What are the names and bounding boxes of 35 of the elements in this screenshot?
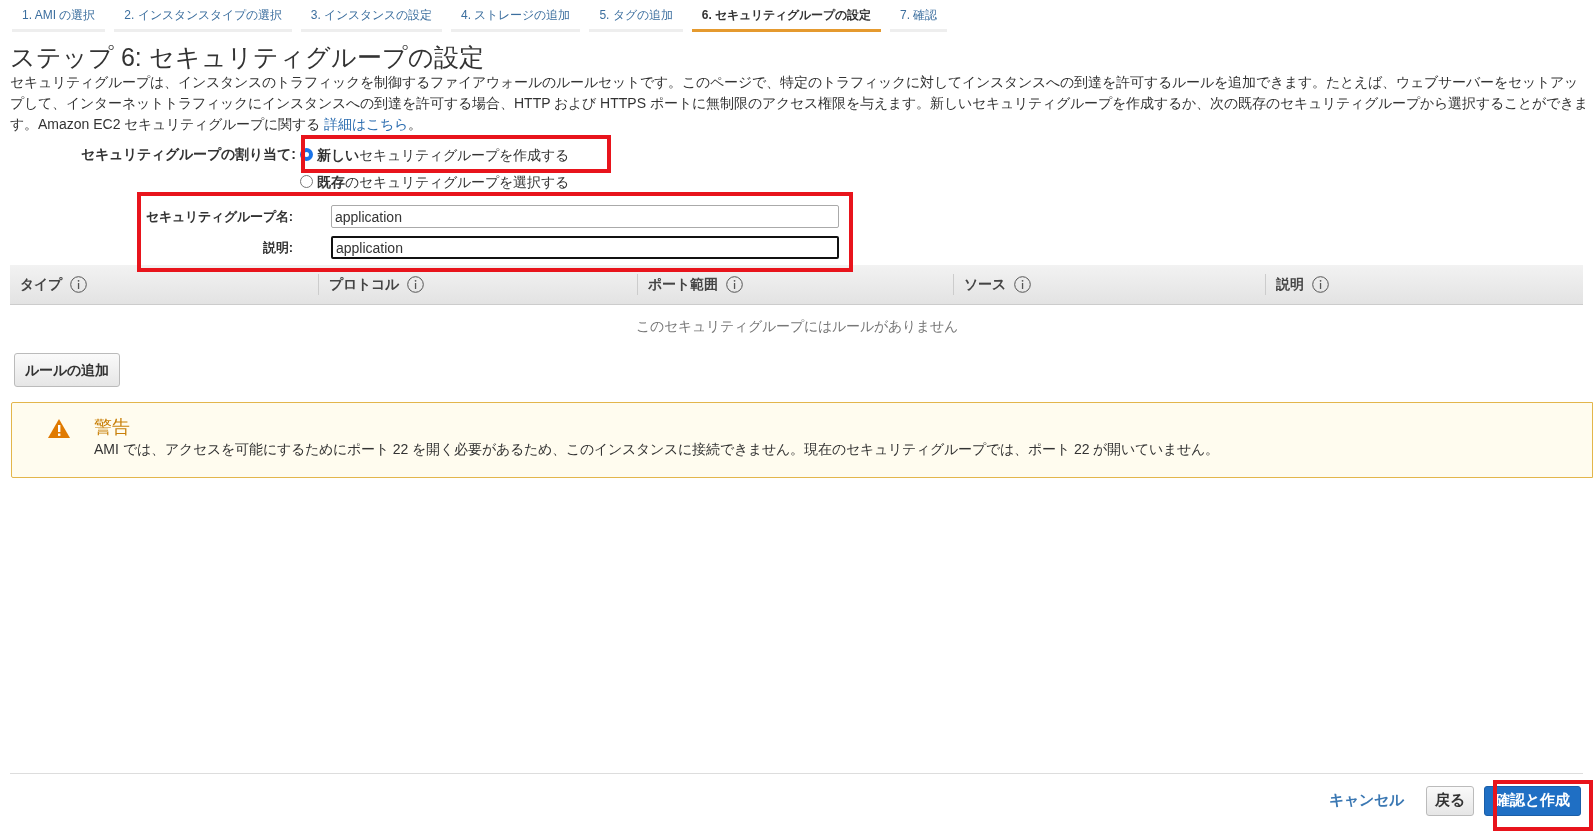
field-label: セキュリティグループの割り当て: xyxy=(80,145,297,164)
column-header: ポート範囲 xyxy=(648,275,718,294)
column-header: ソース xyxy=(964,275,1006,294)
radio-button[interactable] xyxy=(300,175,313,188)
info-icon[interactable] xyxy=(1014,276,1031,293)
step-tab[interactable]: 6. セキュリティグループの設定 xyxy=(691,0,882,32)
radio-label[interactable]: 既存のセキュリティグループを選択する xyxy=(317,173,569,190)
page-heading: ステップ 6: セキュリティグループの設定 xyxy=(9,42,485,72)
step-tab[interactable]: 2. インスタンスタイプの選択 xyxy=(114,0,292,32)
field-label: 説明: xyxy=(261,238,294,257)
column-header: タイプ xyxy=(20,275,62,294)
back-button[interactable]: 戻る xyxy=(1426,785,1474,816)
intro-paragraph: セキュリティグループは、インスタンスのトラフィックを制御するファイアウォールのルールセットです。このページで、特定のトラフィックに対してインスタンスへの到達を許可するルールを追加できます。たとえば、ウェブサーバーをセットアップして、インターネットトラフィックにインスタンスへの到達を許可する場合、HTTP および HTTPS ポートに無制限のアクセス権限を与えます。新しいセキュリティグループを作成するか、次の既存のセキュリティグループから選択することができます。Amazon EC2 セキュリティグループに関する 詳細はこちら。 xyxy=(9,73,1589,134)
column-header: 説明 xyxy=(1276,275,1304,294)
text-input[interactable]: application xyxy=(331,205,839,228)
field-label: セキュリティグループ名: xyxy=(144,207,294,226)
step-tab[interactable]: 7. 確認 xyxy=(890,0,948,32)
info-icon[interactable] xyxy=(70,276,87,293)
step-tab[interactable]: 3. インスタンスの設定 xyxy=(300,0,443,32)
add-rule-button[interactable]: ルールの追加 xyxy=(14,353,120,387)
cancel-link[interactable]: キャンセル xyxy=(1329,789,1404,812)
text-input[interactable]: application xyxy=(331,236,839,259)
step-tab[interactable]: 4. ストレージの追加 xyxy=(451,0,581,32)
info-icon[interactable] xyxy=(1312,276,1329,293)
empty-message: このセキュリティグループにはルールがありません xyxy=(634,317,959,336)
warning-message: AMI では、アクセスを可能にするためにポート 22 を開く必要があるため、このインスタンスに接続できません。現在のセキュリティグループでは、ポート 22 が開いていません。 xyxy=(94,440,1220,459)
column-header: プロトコル xyxy=(329,275,399,294)
radio-label[interactable]: 新しいセキュリティグループを作成する xyxy=(317,146,569,163)
step-tab[interactable]: 5. タグの追加 xyxy=(589,0,683,32)
step-tab[interactable]: 1. AMI の選択 xyxy=(12,0,106,32)
warning-title: 警告 xyxy=(94,416,131,439)
info-icon[interactable] xyxy=(407,276,424,293)
info-icon[interactable] xyxy=(726,276,743,293)
warning-icon xyxy=(48,419,70,438)
learn-more-link[interactable]: 詳細はこちら xyxy=(324,116,409,132)
